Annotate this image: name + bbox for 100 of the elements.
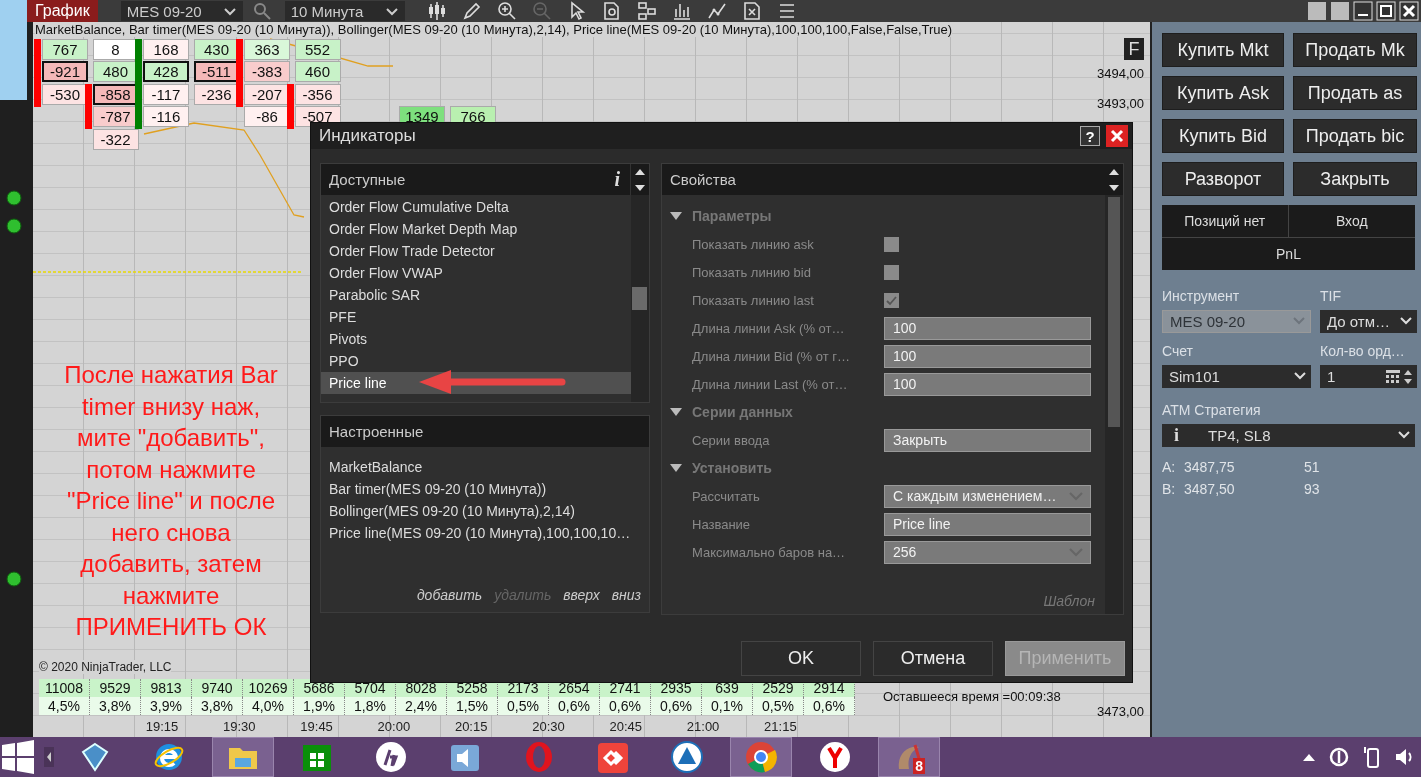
atm-strategy-dropdown[interactable]: i TP4, SL8 [1162, 424, 1415, 447]
line-chart-icon[interactable] [706, 1, 727, 21]
action-link[interactable]: вниз [611, 587, 641, 603]
collapse-triangle-icon[interactable] [670, 462, 682, 474]
browser-icon [153, 741, 185, 773]
indicator-item[interactable]: Order Flow Market Depth Map [321, 218, 631, 240]
property-field[interactable]: 100 [884, 344, 1091, 368]
dialog-button[interactable]: OK [741, 641, 861, 676]
document-search-icon[interactable] [601, 1, 622, 21]
value-cell: -116 [143, 106, 189, 128]
property-label: Длина линии Bid (% от г… [691, 348, 851, 364]
checkbox[interactable] [884, 264, 899, 280]
configured-indicator[interactable]: Price line(MES 09-20 (10 Минута),100,100,10… [329, 521, 641, 544]
property-dropdown[interactable]: С каждым изменением… [884, 484, 1091, 508]
time-label: 19:30 [222, 719, 257, 734]
taskbar-app[interactable]: 8 [878, 737, 940, 777]
close-icon[interactable] [1399, 1, 1419, 21]
interval-dropdown[interactable]: 10 Минута [284, 1, 405, 21]
section-title: Серии данных [692, 404, 793, 420]
document-close-icon[interactable] [741, 1, 762, 21]
property-label: Максимально баров на… [691, 544, 847, 560]
indicator-item[interactable]: Parabolic SAR [321, 284, 631, 306]
help-button[interactable]: ? [1080, 126, 1100, 146]
property-label: Серии ввода [691, 432, 771, 448]
property-field[interactable]: Price line [884, 512, 1091, 536]
chart-tab[interactable]: График [27, 0, 98, 22]
taskbar-app[interactable] [730, 737, 792, 777]
value-cell: -530 [42, 83, 88, 105]
collapse-triangle-icon[interactable] [670, 210, 682, 222]
indicator-item[interactable]: PPO [321, 350, 631, 372]
property-dropdown[interactable]: 256 [884, 540, 1091, 564]
dialog-button[interactable]: Отмена [873, 641, 993, 676]
time-label: 20:30 [531, 719, 566, 734]
percent-cell: 0,6% [651, 697, 702, 715]
cube-icon [79, 741, 111, 773]
chevron-icon [1399, 316, 1413, 327]
dropdown-field[interactable]: До отм… [1320, 310, 1417, 333]
property-field[interactable]: Закрыть [884, 428, 1091, 452]
volume-icon[interactable] [1395, 747, 1413, 767]
action-link[interactable]: добавить [416, 587, 483, 603]
configured-indicator[interactable]: Bollinger(MES 09-20 (10 Минута),2,14) [329, 499, 641, 522]
value-cell: 428 [143, 61, 189, 83]
order-button[interactable]: Купить Bid [1162, 119, 1284, 153]
field-label: Кол-во орд… [1320, 343, 1406, 359]
dropdown-field[interactable]: Sim101 [1162, 365, 1311, 388]
property-label: Длина линии Ask (% от… [691, 320, 846, 336]
property-field[interactable]: 100 [884, 316, 1091, 340]
caret-up-icon[interactable] [1303, 753, 1315, 761]
indicator-item[interactable]: PFE [321, 306, 631, 328]
zoom-in-icon[interactable] [496, 1, 517, 21]
minimize-icon[interactable] [1353, 1, 1373, 21]
info-button[interactable]: i [614, 168, 620, 191]
window-tile-icon[interactable] [1330, 1, 1350, 21]
property-label: Рассчитать [691, 488, 761, 504]
order-button[interactable]: Разворот [1162, 162, 1284, 196]
battery-icon[interactable] [1363, 746, 1381, 768]
configured-indicator[interactable]: MarketBalance [329, 455, 641, 478]
order-button[interactable]: Продать as [1293, 76, 1417, 110]
indicator-item[interactable]: Order Flow VWAP [321, 262, 631, 284]
percent-cell: 0,5% [498, 697, 549, 715]
percent-cell: 2,4% [396, 697, 447, 715]
indicator-item[interactable]: Pivots [321, 328, 631, 350]
property-label: Показать линию last [691, 292, 815, 308]
value-cell: -117 [143, 83, 189, 105]
browser-icon [745, 741, 777, 773]
pnl-label: PnL [1275, 245, 1302, 264]
instrument-dropdown[interactable]: MES 09-20 [120, 1, 243, 21]
candlestick-icon[interactable] [426, 1, 447, 21]
action-link[interactable]: вверх [563, 587, 600, 603]
search-icon[interactable] [252, 2, 271, 20]
value-cell: -207 [244, 83, 290, 105]
status-light-icon [5, 190, 22, 206]
scrollbar-thumb[interactable] [632, 287, 647, 310]
checked-checkbox[interactable] [884, 292, 899, 308]
collapse-triangle-icon[interactable] [670, 406, 682, 418]
calculator-icon[interactable] [1386, 369, 1400, 384]
indicator-item[interactable]: Order Flow Trade Detector [321, 240, 631, 262]
scroll-left-icon[interactable] [44, 747, 54, 767]
order-button[interactable]: Продать bic [1293, 119, 1417, 153]
property-field[interactable]: 100 [884, 372, 1091, 396]
network-icon[interactable] [1329, 747, 1349, 767]
f-button[interactable]: F [1124, 38, 1144, 60]
maximize-icon[interactable] [1376, 1, 1396, 21]
scrollbar-thumb[interactable] [1108, 197, 1120, 427]
layout-icon[interactable] [636, 1, 657, 21]
checkbox[interactable] [884, 236, 899, 252]
bar-chart-icon[interactable] [671, 1, 692, 21]
order-button[interactable]: Купить Ask [1162, 76, 1284, 110]
configured-indicator[interactable]: Bar timer(MES 09-20 (10 Минута)) [329, 477, 641, 500]
value-cell: -921 [42, 61, 88, 83]
window-tile-icon[interactable] [1307, 1, 1327, 21]
order-button[interactable]: Закрыть [1293, 162, 1417, 196]
panel-header: Свойства [670, 171, 736, 188]
quantity-field[interactable]: 1 [1320, 365, 1417, 388]
order-button[interactable]: Продать Mk [1293, 33, 1417, 67]
indicator-item[interactable]: Order Flow Cumulative Delta [321, 196, 631, 218]
dialog-title: Индикаторы [319, 126, 417, 146]
pencil-icon[interactable] [461, 1, 482, 21]
windows-start-icon[interactable] [0, 737, 36, 777]
order-button[interactable]: Купить Mkt [1162, 33, 1284, 67]
